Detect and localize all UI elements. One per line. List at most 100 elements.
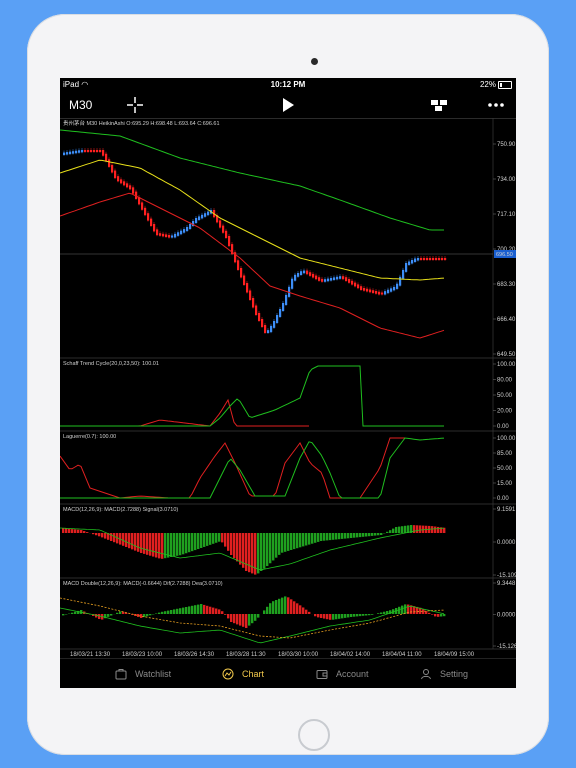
candle-body xyxy=(147,213,150,221)
macd-histogram-bar xyxy=(434,526,437,533)
candle-body xyxy=(282,303,285,311)
macd-double-histogram-bar xyxy=(299,605,302,614)
macd-histogram-bar xyxy=(287,533,290,551)
macd-histogram-bar xyxy=(260,533,263,571)
candle-body xyxy=(387,289,390,294)
macd-histogram-bar xyxy=(101,533,104,538)
tab-chart[interactable]: Chart xyxy=(222,665,264,683)
macd-double-histogram-bar xyxy=(371,614,374,615)
more-icon[interactable] xyxy=(486,95,506,115)
macd-histogram-bar xyxy=(233,533,236,559)
macd-histogram-bar xyxy=(263,533,266,569)
macd-histogram-bar xyxy=(86,532,89,533)
macd-histogram-bar xyxy=(122,533,125,546)
macd-double-histogram-bar xyxy=(266,606,269,614)
macd-histogram-bar xyxy=(158,533,161,559)
app-screen: iPad ◠ 10:12 PM 22% M30 贵州茅台 M30 HeikinA… xyxy=(60,78,516,688)
macd-histogram-bar xyxy=(374,533,377,536)
battery-percent: 22% xyxy=(479,80,496,89)
candle-body xyxy=(435,258,438,260)
candle-body xyxy=(204,213,207,217)
chart-canvas[interactable]: 贵州茅台 M30 HeikinAshi O:695.29 H:698.48 L:… xyxy=(60,118,516,658)
laguerre-line-green xyxy=(60,437,445,499)
stc-line-red xyxy=(60,398,309,427)
macd-double-histogram-bar xyxy=(71,612,74,614)
candle-body xyxy=(183,229,186,233)
axis-tick-label: 9.1591 xyxy=(497,507,516,513)
macd-histogram-bar xyxy=(332,533,335,540)
macd-double-histogram-bar xyxy=(155,613,158,614)
current-price-label: 696.50 xyxy=(496,252,513,258)
macd-double-histogram-bar xyxy=(161,611,164,614)
macd-histogram-bar xyxy=(266,533,269,567)
candle-body xyxy=(312,273,315,278)
macd-double-histogram-bar xyxy=(158,612,161,614)
macd-histogram-bar xyxy=(338,533,341,540)
axis-tick-label: 750.90 xyxy=(497,142,516,148)
axis-tick-label: 0.0000 xyxy=(497,613,516,619)
candle-body xyxy=(372,290,375,293)
play-icon[interactable] xyxy=(278,95,298,115)
home-button[interactable] xyxy=(298,719,330,751)
candle-body xyxy=(393,286,396,291)
stc-axis-ticks: 100.00 80.00 50.00 20.00 0.00 xyxy=(493,362,516,430)
macd-double-histogram-bar xyxy=(296,603,299,614)
candle-body xyxy=(321,278,324,282)
candle-body xyxy=(219,220,222,228)
macd-histogram-bar xyxy=(320,533,323,541)
candle-body xyxy=(291,278,294,289)
tab-watchlist[interactable]: Watchlist xyxy=(115,665,171,683)
candle-body xyxy=(306,270,309,275)
macd-histogram-bar xyxy=(350,533,353,538)
candle-body xyxy=(444,258,447,260)
candle-body xyxy=(162,233,165,237)
timeframe-button[interactable]: M30 xyxy=(69,98,92,112)
macd-histogram-bar xyxy=(431,526,434,533)
macd-histogram-bar xyxy=(176,533,179,556)
candle-body xyxy=(141,202,144,210)
candle-body xyxy=(171,235,174,238)
macd-histogram-bar xyxy=(143,533,146,554)
macd-double-histogram-bar xyxy=(347,614,350,618)
candle-body xyxy=(345,277,348,281)
tab-account[interactable]: Account xyxy=(316,665,369,683)
candle-body xyxy=(396,283,399,289)
macd-double-histogram-bar xyxy=(191,605,194,614)
macd-histogram-bar xyxy=(257,533,260,574)
candle-body xyxy=(309,272,312,276)
macd-double-histogram-bar xyxy=(302,607,305,614)
candle-body xyxy=(297,273,300,277)
macd-histogram-bar xyxy=(134,533,137,551)
candle-body xyxy=(405,263,408,272)
macd-histogram-bar xyxy=(149,533,152,556)
macd-histogram-bar xyxy=(128,533,131,549)
macd-histogram-bar xyxy=(65,528,68,533)
tab-setting[interactable]: Setting xyxy=(420,665,468,683)
candle-body xyxy=(339,276,342,279)
chart-layout-icon[interactable] xyxy=(429,95,449,115)
macd-double-histogram-bar xyxy=(443,614,446,617)
tab-chart-label: Chart xyxy=(242,669,265,679)
candle-body xyxy=(165,234,168,237)
candle-body xyxy=(438,258,441,260)
macd-histogram-bar xyxy=(68,528,71,533)
macd-histogram-bar xyxy=(290,533,293,550)
axis-tick-label: 649.50 xyxy=(497,352,516,358)
candle-body xyxy=(168,235,171,238)
candle-body xyxy=(129,185,132,190)
candle-body xyxy=(411,260,414,264)
macd-histogram-bar xyxy=(335,533,338,540)
candle-body xyxy=(261,319,264,327)
candle-body xyxy=(327,278,330,282)
candle-body xyxy=(228,236,231,247)
macd-double-histogram-bar xyxy=(176,608,179,614)
candle-body xyxy=(93,150,96,152)
laguerre-title: Laguerre(0.7): 100.00 xyxy=(63,434,116,440)
macd-double-histogram-bar xyxy=(293,601,296,614)
macd-histogram-bar xyxy=(191,533,194,552)
macd-histogram-bar xyxy=(197,533,200,550)
crosshair-icon[interactable] xyxy=(125,95,145,115)
macd-histogram-bar xyxy=(245,533,248,571)
candle-body xyxy=(144,207,147,216)
axis-tick-label: -15.126 xyxy=(497,644,516,650)
